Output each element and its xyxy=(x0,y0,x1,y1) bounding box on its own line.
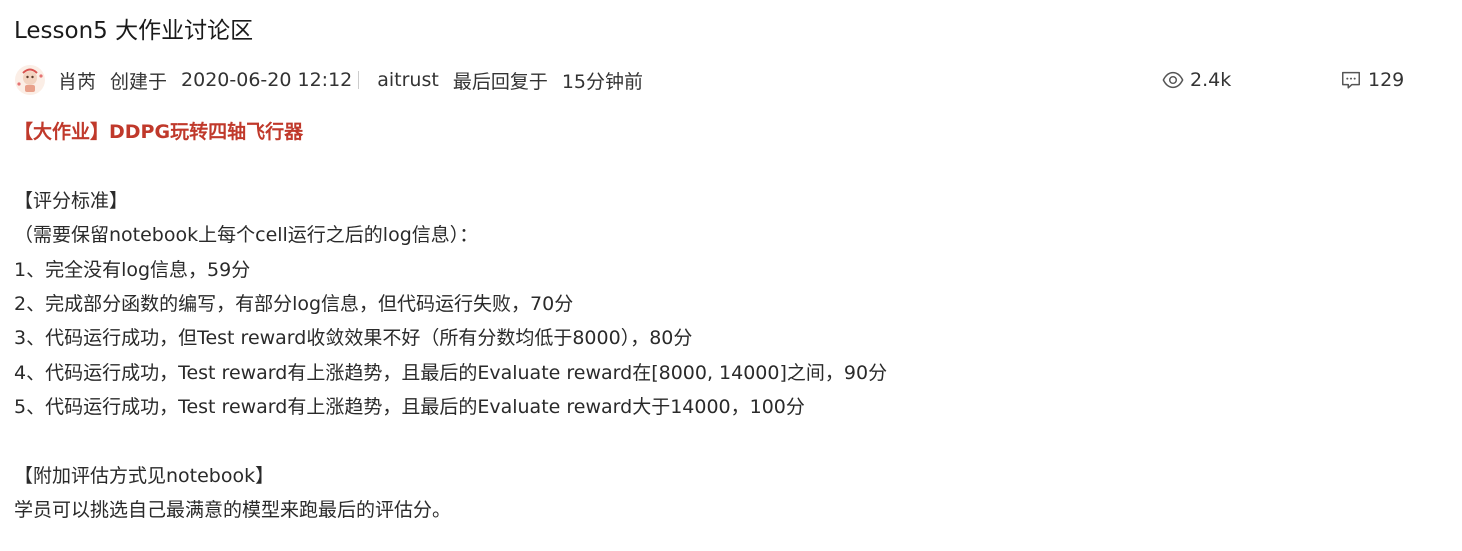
eye-icon xyxy=(1162,71,1184,89)
views-stat: 2.4k xyxy=(1162,62,1231,98)
content-line: 【评分标准】 xyxy=(14,189,129,212)
post-headline: 【大作业】DDPG玩转四轴飞行器 xyxy=(14,121,304,143)
page-title: Lesson5 大作业讨论区 xyxy=(14,18,254,44)
post-meta: 肖芮 创建于 2020-06-20 12:12 aitrust 最后回复于 15… xyxy=(14,62,1444,98)
post-meta-left: 肖芮 创建于 2020-06-20 12:12 aitrust 最后回复于 15… xyxy=(14,62,643,98)
meta-separator xyxy=(358,71,360,89)
content-line: 学员可以挑选自己最满意的模型来跑最后的评估分。 xyxy=(14,499,452,522)
views-count: 2.4k xyxy=(1190,69,1232,91)
created-time: 2020-06-20 12:12 xyxy=(181,69,353,91)
comment-icon xyxy=(1342,71,1360,89)
last-reply-label: 最后回复于 xyxy=(452,70,548,93)
author-name[interactable]: 肖芮 xyxy=(58,67,96,94)
last-reply-user[interactable]: aitrust xyxy=(377,69,439,91)
last-reply-time: 15分钟前 xyxy=(561,70,644,93)
replies-count: 129 xyxy=(1368,69,1405,91)
created-label: 创建于 xyxy=(110,70,168,93)
content-line: （需要保留notebook上每个cell运行之后的log信息）： xyxy=(14,224,479,247)
content-line: 5、代码运行成功，Test reward有上涨趋势，且最后的Evaluate r… xyxy=(14,396,805,419)
replies-stat: 129 xyxy=(1340,62,1404,98)
content-line: 【附加评估方式见notebook】 xyxy=(14,464,275,487)
avatar[interactable] xyxy=(14,64,46,96)
content-line: 2、完成部分函数的编写，有部分log信息，但代码运行失败，70分 xyxy=(14,292,574,315)
post-content: 【大作业】DDPG玩转四轴飞行器 【评分标准】 （需要保留notebook上每个… xyxy=(14,115,887,528)
content-line: 3、代码运行成功，但Test reward收敛效果不好（所有分数均低于8000）… xyxy=(14,327,693,350)
content-line: 4、代码运行成功，Test reward有上涨趋势，且最后的Evaluate r… xyxy=(14,361,888,384)
content-line: 1、完全没有log信息，59分 xyxy=(14,258,251,281)
